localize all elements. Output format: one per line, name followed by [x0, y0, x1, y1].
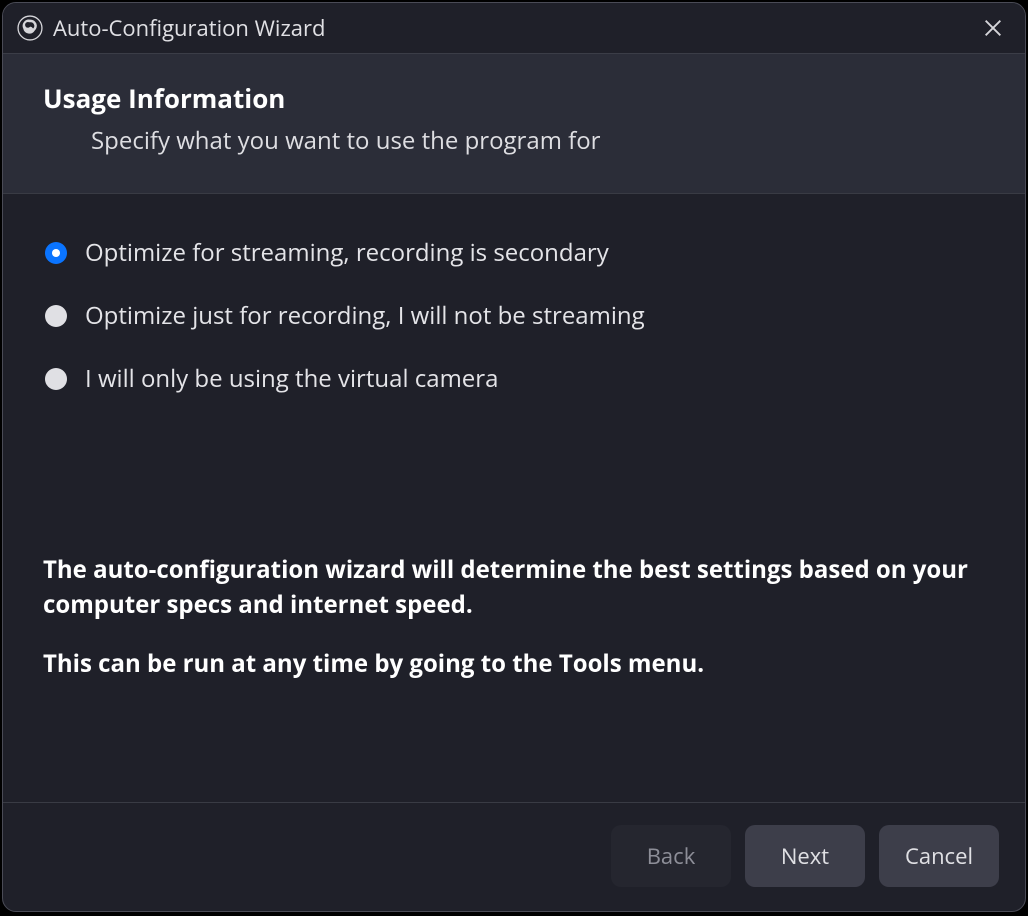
obs-icon — [17, 15, 43, 41]
cancel-button[interactable]: Cancel — [879, 825, 999, 887]
radio-label: Optimize just for recording, I will not … — [85, 299, 645, 332]
back-button[interactable]: Back — [611, 825, 731, 887]
radio-button-icon — [45, 242, 67, 264]
content-area: Optimize for streaming, recording is sec… — [3, 194, 1025, 802]
wizard-window: Auto-Configuration Wizard Usage Informat… — [2, 2, 1026, 912]
window-title: Auto-Configuration Wizard — [53, 13, 325, 43]
radio-button-icon — [45, 305, 67, 327]
radio-button-icon — [45, 368, 67, 390]
radio-option-recording[interactable]: Optimize just for recording, I will not … — [45, 299, 985, 332]
radio-label: Optimize for streaming, recording is sec… — [85, 236, 609, 269]
radio-option-streaming[interactable]: Optimize for streaming, recording is sec… — [45, 236, 985, 269]
page-title: Usage Information — [43, 80, 985, 116]
titlebar: Auto-Configuration Wizard — [3, 3, 1025, 53]
close-button[interactable] — [979, 14, 1007, 42]
page-subtitle: Specify what you want to use the program… — [91, 124, 985, 157]
titlebar-left: Auto-Configuration Wizard — [17, 13, 325, 43]
next-button[interactable]: Next — [745, 825, 865, 887]
header-panel: Usage Information Specify what you want … — [3, 53, 1025, 194]
footer: Back Next Cancel — [3, 802, 1025, 911]
radio-option-virtual-camera[interactable]: I will only be using the virtual camera — [45, 362, 985, 395]
info-paragraph-2: This can be run at any time by going to … — [43, 647, 985, 682]
usage-radio-group: Optimize for streaming, recording is sec… — [45, 236, 985, 395]
info-text: The auto-configuration wizard will deter… — [43, 553, 985, 681]
close-icon — [982, 17, 1004, 39]
radio-label: I will only be using the virtual camera — [85, 362, 498, 395]
info-paragraph-1: The auto-configuration wizard will deter… — [43, 553, 985, 623]
